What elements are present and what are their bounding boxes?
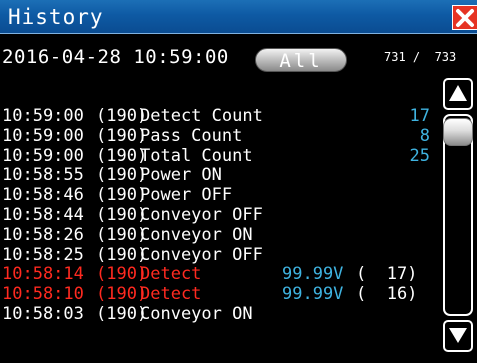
log-time: 10:58:14 <box>2 264 84 285</box>
log-event: Conveyor ON <box>140 224 253 245</box>
log-row[interactable]: 10:59:00 (190) Detect Count 17 <box>0 106 440 126</box>
log-time: 10:58:03 <box>2 303 84 324</box>
log-voltage: 99.99V <box>282 264 344 285</box>
log-row[interactable]: 10:58:26 (190) Conveyor ON <box>0 225 440 245</box>
log-time: 10:58:26 <box>2 224 84 245</box>
scroll-up-button[interactable] <box>443 78 473 110</box>
log-event: Total Count <box>140 145 253 166</box>
log-event: Conveyor OFF <box>140 244 263 265</box>
log-event: Conveyor OFF <box>140 204 263 225</box>
record-counter: 731 / 733 <box>384 50 457 64</box>
log-row[interactable]: 10:58:10 (190) Detect 99.99V( 16) <box>0 284 440 304</box>
log-event: Detect <box>140 284 202 305</box>
log-detect-number: ( 16) <box>356 284 418 305</box>
log-voltage: 99.99V <box>282 284 344 305</box>
log-event: Power ON <box>140 165 222 186</box>
filter-all-label: All <box>279 50 323 72</box>
scroll-thumb[interactable] <box>443 118 473 146</box>
log-detect-number: ( 17) <box>356 264 418 285</box>
close-button[interactable] <box>452 5 477 30</box>
scrollbar[interactable] <box>442 74 477 363</box>
log-time: 10:59:00 <box>2 125 84 146</box>
history-header: 2016-04-28 10:59:00 All 731 / 733 <box>0 44 477 72</box>
log-event: Detect Count <box>140 106 263 126</box>
filter-all-button[interactable]: All <box>255 48 347 72</box>
log-row[interactable]: 10:58:03 (190) Conveyor ON <box>0 304 440 324</box>
log-time: 10:58:55 <box>2 165 84 186</box>
window-title: History <box>8 5 104 29</box>
title-bar: History <box>0 0 477 34</box>
log-row[interactable]: 10:58:25 (190) Conveyor OFF <box>0 245 440 265</box>
triangle-up-icon <box>449 85 467 101</box>
log-row[interactable]: 10:59:00 (190) Total Count 25 <box>0 146 440 166</box>
triangle-down-icon <box>449 328 467 343</box>
log-event: Detect <box>140 264 202 285</box>
log-time: 10:58:44 <box>2 204 84 225</box>
log-time: 10:58:25 <box>2 244 84 265</box>
log-row[interactable]: 10:58:46 (190) Power OFF <box>0 185 440 205</box>
log-count-value: 8 <box>419 125 430 146</box>
log-row[interactable]: 10:58:14 (190) Detect 99.99V( 17) <box>0 264 440 284</box>
log-row[interactable]: 10:58:55 (190) Power ON <box>0 165 440 185</box>
log-event: Conveyor ON <box>140 303 253 324</box>
log-time: 10:58:10 <box>2 284 84 305</box>
scroll-down-button[interactable] <box>443 320 473 352</box>
log-count-value: 17 <box>409 106 430 126</box>
log-row[interactable]: 10:58:44 (190) Conveyor OFF <box>0 205 440 225</box>
close-x-icon <box>456 9 474 27</box>
log-time: 10:59:00 <box>2 106 84 126</box>
log-count-value: 25 <box>409 145 430 166</box>
log-time: 10:59:00 <box>2 145 84 166</box>
log-event: Power OFF <box>140 185 233 206</box>
log-event: Pass Count <box>140 125 243 146</box>
history-log-list[interactable]: 10:59:00 (190) Detect Count 17 10:59:00 (190)… <box>0 106 440 363</box>
log-time: 10:58:46 <box>2 185 84 206</box>
current-datetime: 2016-04-28 10:59:00 <box>2 46 229 68</box>
history-screen: History 2016-04-28 10:59:00 All 731 / 73… <box>0 0 477 363</box>
log-row[interactable]: 10:59:00 (190) Pass Count 8 <box>0 126 440 146</box>
